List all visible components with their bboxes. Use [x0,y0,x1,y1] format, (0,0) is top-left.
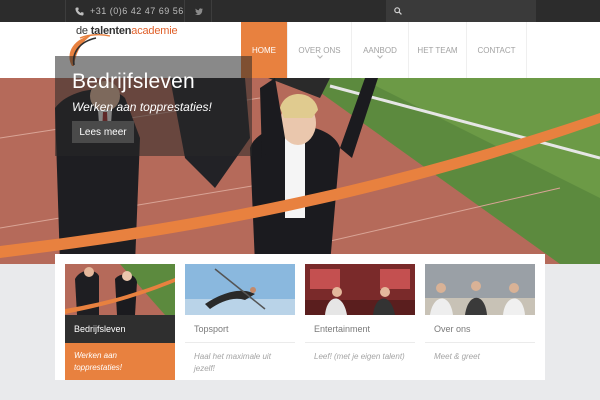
phone-icon [75,6,84,16]
search-box[interactable] [386,0,536,22]
card-over-ons[interactable]: Over ons Meet & greet [425,264,535,363]
search-icon [394,7,402,15]
twitter-link[interactable] [186,0,212,22]
nav-label: HOME [252,45,276,55]
card-description: Meet & greet [434,352,480,361]
logo-prefix: de [76,25,91,37]
card-entertainment[interactable]: Entertainment Leef! (met je eigen talent… [305,264,415,363]
card-image [425,264,535,315]
hero-subtitle: Werken aan topprestaties! [72,100,212,114]
page-background-strip [0,380,600,400]
card-image [305,264,415,315]
nav-label: HET TEAM [417,45,458,55]
hero-title: Bedrijfsleven [72,70,195,93]
card-title: Bedrijfsleven [65,315,175,343]
chevron-down-icon [377,55,383,59]
nav-label: CONTACT [477,45,516,55]
nav-label: OVER ONS [298,45,341,55]
card-description: Leef! (met je eigen talent) [314,352,405,361]
logo-bold: talenten [90,25,132,37]
main-nav: HOME OVER ONS AANBOD HET TEAM CONTACT [241,22,527,78]
nav-het-team[interactable]: HET TEAM [409,22,467,78]
phone-contact[interactable]: +31 (0)6 42 47 69 56 [65,0,185,22]
top-bar: +31 (0)6 42 47 69 56 [0,0,600,22]
card-title: Over ons [425,315,535,343]
nav-over-ons[interactable]: OVER ONS [288,22,352,78]
nav-aanbod[interactable]: AANBOD [352,22,409,78]
nav-label: AANBOD [363,45,397,55]
card-title: Entertainment [305,315,415,343]
nav-contact[interactable]: CONTACT [467,22,527,78]
card-description: Haal het maximale uit jezelf! [194,352,271,373]
chevron-down-icon [316,55,323,59]
twitter-icon [194,7,203,15]
phone-number: +31 (0)6 42 47 69 56 [90,6,184,16]
card-title: Topsport [185,315,295,343]
logo-accent: academie [131,25,178,37]
logo-text[interactable]: de talentenacademie [76,25,178,37]
card-image [65,264,175,315]
read-more-button[interactable]: Lees meer [72,121,134,143]
card-description: Werken aan topprestaties! [65,343,175,380]
card-bedrijfsleven[interactable]: Bedrijfsleven Werken aan topprestaties! [65,264,175,380]
card-image [185,264,295,315]
card-topsport[interactable]: Topsport Haal het maximale uit jezelf! [185,264,295,375]
